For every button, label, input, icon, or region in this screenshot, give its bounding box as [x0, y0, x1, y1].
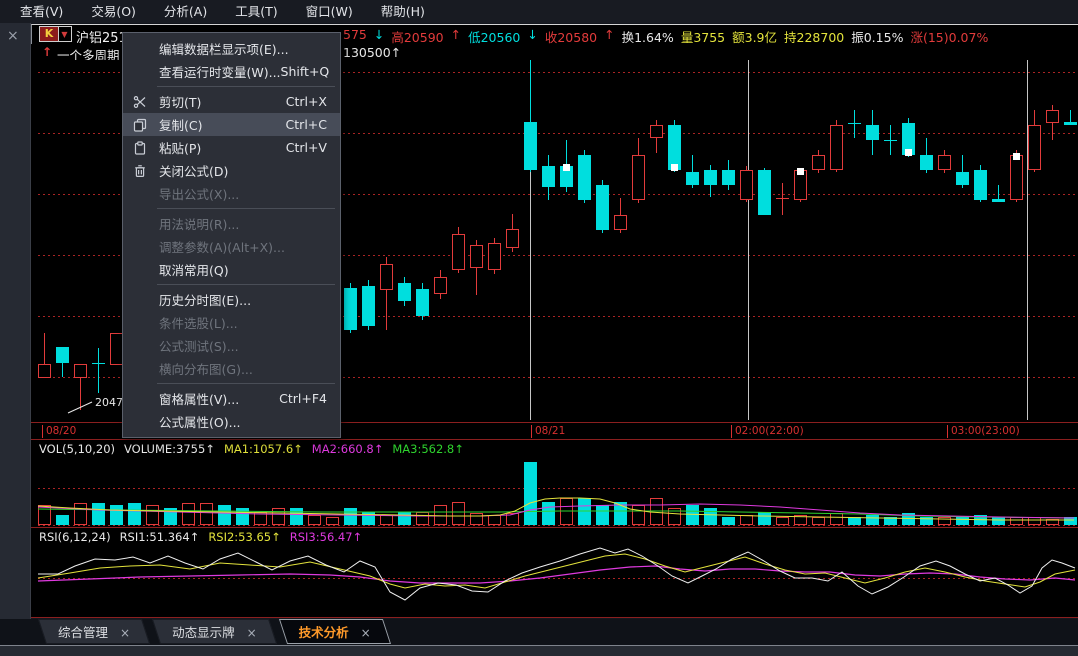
tab-label: 综合管理: [42, 625, 112, 640]
tab-label: 动态显示牌: [156, 625, 239, 640]
menu-item-label: 公式测试(S)...: [159, 336, 239, 355]
context-menu-item-13[interactable]: 历史分时图(E)...: [123, 288, 340, 311]
context-menu-item-19[interactable]: 公式属性(O)...: [123, 410, 340, 433]
paste-icon: [132, 140, 148, 156]
left-sidebar: ×: [0, 23, 31, 619]
tab-0[interactable]: 综合管理×: [42, 619, 146, 644]
chart-lines-svg: [31, 528, 1078, 618]
copy-icon: [132, 117, 148, 133]
context-menu-item-16: 横向分布图(G)...: [123, 357, 340, 380]
menu-separator: [157, 86, 335, 87]
tab-close-icon[interactable]: ×: [112, 626, 146, 640]
menubar-item-0[interactable]: 查看(V): [6, 0, 77, 23]
tab-label: 技术分析: [283, 625, 353, 640]
context-menu: 编辑数据栏显示项(E)... 查看运行时变量(W)...Shift+Q 剪切(T) C…: [122, 32, 341, 438]
menu-separator: [157, 284, 335, 285]
time-label: 08/21: [531, 425, 565, 438]
bottom-tab-bar: 综合管理×动态显示牌×技术分析×: [0, 619, 1078, 645]
close-icon[interactable]: ×: [7, 29, 19, 43]
chevron-down-icon[interactable]: ▼: [58, 26, 72, 42]
context-menu-item-4[interactable]: 复制(C) Ctrl+C: [123, 113, 340, 136]
context-menu-item-9: 用法说明(R)...: [123, 212, 340, 235]
rsi-pane[interactable]: RSI(6,12,24)RSI1:51.364↑RSI2:53.65↑RSI3:…: [31, 528, 1078, 618]
menu-item-label: 关闭公式(D): [159, 161, 228, 180]
scissors-icon: [132, 94, 148, 110]
tab-2[interactable]: 技术分析×: [283, 619, 387, 644]
menu-item-label: 用法说明(R)...: [159, 214, 239, 233]
up-arrow-icon: ↑: [42, 45, 52, 59]
menu-separator: [157, 383, 335, 384]
menu-item-label: 横向分布图(G)...: [159, 359, 253, 378]
menu-item-label: 粘贴(P): [159, 138, 201, 157]
indicator-value-label: 130500↑: [343, 45, 401, 60]
menubar-item-5[interactable]: 帮助(H): [367, 0, 439, 23]
trash-icon: [132, 163, 148, 179]
status-bar: [0, 646, 1078, 656]
price-annotation: 2047: [95, 396, 123, 409]
tab-1[interactable]: 动态显示牌×: [156, 619, 273, 644]
context-menu-item-5[interactable]: 粘贴(P) Ctrl+V: [123, 136, 340, 159]
menu-item-label: 编辑数据栏显示项(E)...: [159, 39, 289, 58]
menubar-item-3[interactable]: 工具(T): [221, 0, 291, 23]
menu-item-label: 调整参数(A)(Alt+X)...: [159, 237, 285, 256]
menu-item-shortcut: Shift+Q: [281, 64, 330, 79]
tab-strip: 综合管理×动态显示牌×技术分析×: [42, 619, 397, 644]
tab-close-icon[interactable]: ×: [239, 626, 273, 640]
context-menu-item-18[interactable]: 窗格属性(V)... Ctrl+F4: [123, 387, 340, 410]
menu-item-label: 剪切(T): [159, 92, 201, 111]
menu-item-label: 窗格属性(V)...: [159, 389, 239, 408]
menubar-item-1[interactable]: 交易(O): [77, 0, 150, 23]
context-menu-item-10: 调整参数(A)(Alt+X)...: [123, 235, 340, 258]
menubar-item-4[interactable]: 窗口(W): [292, 0, 367, 23]
time-label: 08/20: [42, 425, 76, 438]
context-menu-item-7: 导出公式(X)...: [123, 182, 340, 205]
tab-close-icon[interactable]: ×: [353, 626, 387, 640]
context-menu-item-11[interactable]: 取消常用(Q): [123, 258, 340, 281]
context-menu-item-3[interactable]: 剪切(T) Ctrl+X: [123, 90, 340, 113]
menu-item-shortcut: Ctrl+F4: [279, 391, 327, 406]
menu-separator: [157, 208, 335, 209]
volume-pane[interactable]: VOL(5,10,20)VOLUME:3755↑MA1:1057.6↑MA2:6…: [31, 440, 1078, 528]
menu-item-shortcut: Ctrl+V: [286, 140, 327, 155]
menu-item-label: 条件选股(L)...: [159, 313, 238, 332]
menu-item-shortcut: Ctrl+X: [286, 94, 327, 109]
time-label: 02:00(22:00): [731, 425, 804, 438]
menubar-item-2[interactable]: 分析(A): [150, 0, 221, 23]
menu-item-label: 查看运行时变量(W)...: [159, 62, 281, 81]
context-menu-item-14: 条件选股(L)...: [123, 311, 340, 334]
menu-item-label: 公式属性(O)...: [159, 412, 241, 431]
menu-item-label: 历史分时图(E)...: [159, 290, 251, 309]
menu-item-label: 导出公式(X)...: [159, 184, 239, 203]
context-menu-item-0[interactable]: 编辑数据栏显示项(E)...: [123, 37, 340, 60]
k-chart-button[interactable]: K: [39, 26, 59, 42]
chart-lines-svg: [31, 440, 1078, 528]
time-label: 03:00(23:00): [947, 425, 1020, 438]
context-menu-item-1[interactable]: 查看运行时变量(W)...Shift+Q: [123, 60, 340, 83]
context-menu-item-15: 公式测试(S)...: [123, 334, 340, 357]
menu-item-shortcut: Ctrl+C: [286, 117, 327, 132]
context-menu-item-6[interactable]: 关闭公式(D): [123, 159, 340, 182]
menu-item-label: 取消常用(Q): [159, 260, 229, 279]
menubar: 查看(V)交易(O)分析(A)工具(T)窗口(W)帮助(H): [0, 0, 1078, 23]
menu-item-label: 复制(C): [159, 115, 202, 134]
